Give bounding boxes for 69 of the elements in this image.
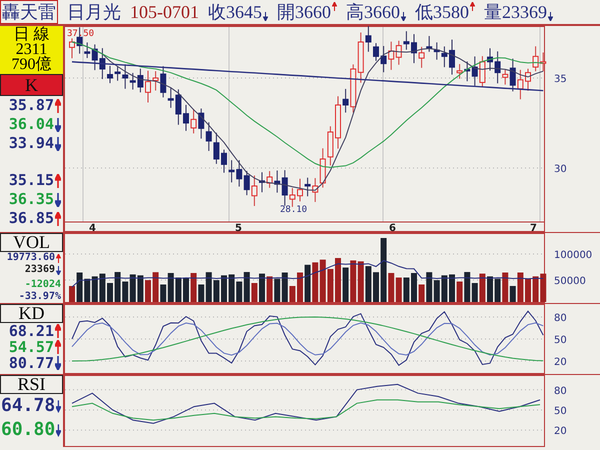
candlestick	[525, 68, 531, 92]
candlestick	[107, 65, 113, 84]
indicator-value: 64.78	[1, 394, 56, 418]
quote-value: 量23369	[484, 1, 547, 24]
indicator-value: 19773.60	[6, 252, 55, 264]
candlestick	[297, 178, 303, 202]
indicator-value: 54.57	[8, 339, 54, 355]
indicator-value: 35.87	[8, 96, 54, 115]
candlestick	[221, 149, 227, 174]
indicator-value: 80.77	[8, 355, 54, 371]
indicator-value: 36.35	[8, 190, 54, 209]
indicator-value: 33.94	[8, 134, 54, 153]
candlestick	[449, 39, 455, 76]
panel-title: VOL	[0, 233, 63, 252]
indicator-name: 轟天雷	[0, 0, 58, 24]
indicator-value: 68.21	[8, 323, 54, 339]
candlestick	[145, 70, 151, 103]
volume-bar	[69, 286, 75, 302]
quote-value: 開3660	[277, 1, 331, 24]
low-price-label: 28.10	[280, 205, 308, 215]
volume-bar	[411, 273, 417, 302]
period-label: 日 線	[14, 27, 50, 42]
panel-title: RSI	[0, 375, 63, 394]
candlestick	[487, 48, 493, 72]
volume-bar	[107, 283, 113, 302]
quote-value: 高3660	[346, 1, 400, 24]
axis-label: 80	[554, 313, 567, 324]
axis-label: 100000	[554, 250, 592, 261]
candlestick	[411, 34, 417, 64]
stock-name: 日月光	[67, 1, 121, 24]
volume-bar	[373, 272, 379, 302]
axis-label: 50	[554, 335, 567, 346]
indicator-value: 60.80	[1, 418, 56, 442]
volume-bar	[525, 278, 531, 302]
candlestick	[335, 96, 341, 150]
panel-title: KD	[0, 304, 63, 323]
candlestick	[183, 104, 189, 132]
indicator-value: 23369	[24, 264, 55, 276]
date-label: 105-0701	[130, 2, 199, 22]
indicator-value: 36.85	[8, 209, 54, 228]
quote-value: 低3580	[415, 1, 469, 24]
quote-value: 收3645	[208, 1, 262, 24]
indicator-value: 35.15	[8, 171, 54, 190]
axis-label: 20	[554, 426, 567, 438]
volume-bar	[335, 258, 341, 302]
panel-title: K	[0, 74, 63, 96]
axis-label: 30	[554, 164, 567, 175]
candlestick	[69, 38, 75, 59]
axis-label: 35	[554, 74, 567, 85]
amount-label: 790億	[12, 57, 52, 72]
volume-bar	[487, 276, 493, 302]
axis-label: 80	[554, 386, 567, 397]
volume-bar	[183, 278, 189, 302]
month-label: 4	[89, 223, 96, 232]
volume-bar	[297, 272, 303, 302]
volume-bar	[259, 274, 265, 302]
axis-label: 50	[554, 406, 567, 417]
volume-bar	[145, 280, 151, 302]
volume-bar	[449, 274, 455, 302]
indicator-value: 36.04	[8, 115, 54, 134]
indicator-value: -12024	[24, 279, 61, 291]
stock-code: 2311	[16, 42, 48, 57]
axis-label: 20	[554, 357, 567, 368]
volume-bar	[221, 275, 227, 302]
axis-label: 50000	[554, 276, 586, 287]
indicator-value: -33.97%	[18, 291, 61, 303]
candlestick	[259, 172, 265, 193]
candlestick	[373, 42, 379, 62]
month-label: 7	[530, 223, 537, 232]
